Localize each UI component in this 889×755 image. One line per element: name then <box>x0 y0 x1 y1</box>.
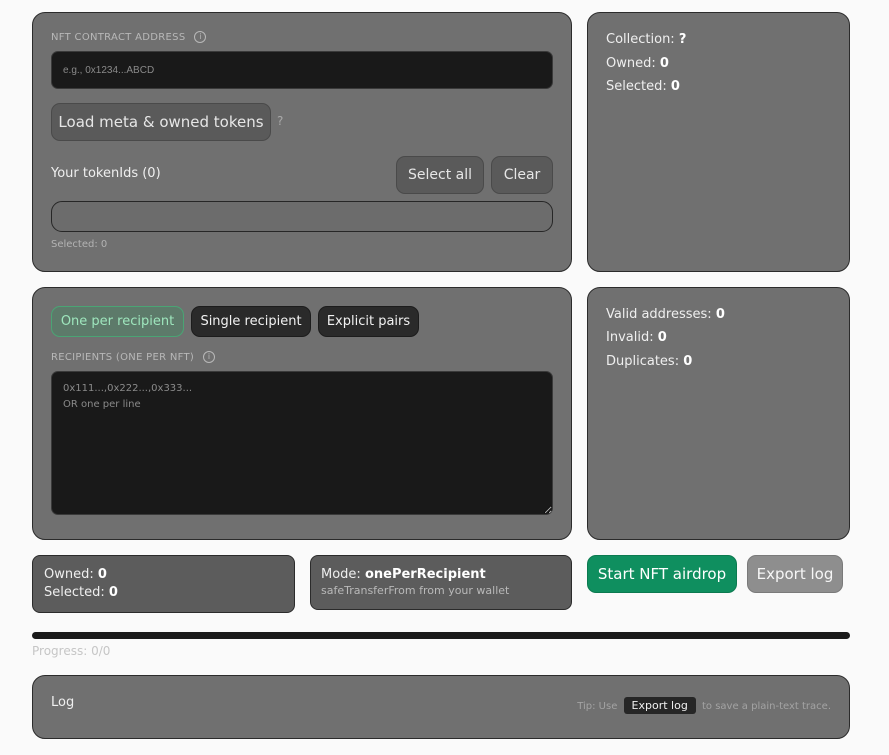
mode-subtext: safeTransferFrom from your wallet <box>321 584 510 597</box>
validation-panel <box>587 287 850 540</box>
token-list[interactable] <box>51 201 553 232</box>
selected-label: Selected: <box>606 79 667 94</box>
progress-text: Progress: 0/0 <box>32 644 111 658</box>
duplicates-stat: Duplicates: 0 <box>606 354 692 369</box>
log-tip: Tip: Use Export log to save a plain-text… <box>577 697 831 714</box>
info-icon[interactable]: i <box>194 31 207 43</box>
progress-bar <box>32 632 850 639</box>
contract-address-input[interactable] <box>51 51 553 89</box>
log-tip-key: Export log <box>623 697 696 714</box>
invalid-stat: Invalid: 0 <box>606 330 667 345</box>
footer-owned-stat: Owned: 0 <box>44 567 107 582</box>
collection-value: ? <box>678 32 687 47</box>
mode-value: onePerRecipient <box>364 567 486 582</box>
valid-stat: Valid addresses: 0 <box>606 307 725 322</box>
export-log-button[interactable]: Export log <box>747 555 843 593</box>
clear-button[interactable]: Clear <box>491 156 553 194</box>
selected-stat: Selected: 0 <box>606 79 680 94</box>
footer-selected-label: Selected: <box>44 585 105 600</box>
mode-one-per-recipient[interactable]: One per recipient <box>51 306 184 337</box>
footer-selected-stat: Selected: 0 <box>44 585 118 600</box>
footer-owned-label: Owned: <box>44 567 94 582</box>
owned-selected-box <box>32 555 295 613</box>
collection-label: Collection: <box>606 32 675 47</box>
help-icon[interactable]: ? <box>277 114 283 128</box>
valid-label: Valid addresses: <box>606 307 712 322</box>
invalid-value: 0 <box>657 330 667 345</box>
load-meta-button[interactable]: Load meta & owned tokens <box>51 103 271 141</box>
mode-label: Mode: <box>321 567 361 582</box>
footer-selected-value: 0 <box>108 585 118 600</box>
log-tip-suffix: to save a plain-text trace. <box>702 701 831 712</box>
owned-label: Owned: <box>606 56 656 71</box>
tokens-heading: Your tokenIds (0) <box>51 166 161 181</box>
summary-panel <box>587 12 850 272</box>
recipients-label: RECIPIENTS (ONE PER NFT) i <box>51 351 216 363</box>
valid-value: 0 <box>715 307 725 322</box>
footer-owned-value: 0 <box>97 567 107 582</box>
mode-single-recipient[interactable]: Single recipient <box>191 306 311 337</box>
mode-explicit-pairs[interactable]: Explicit pairs <box>318 306 419 337</box>
selected-note: Selected: 0 <box>51 239 108 250</box>
duplicates-value: 0 <box>683 354 693 369</box>
contract-address-label: NFT CONTRACT ADDRESS i <box>51 31 207 43</box>
contract-address-label-text: NFT CONTRACT ADDRESS <box>51 31 186 43</box>
select-all-button[interactable]: Select all <box>396 156 484 194</box>
invalid-label: Invalid: <box>606 330 654 345</box>
selected-value: 0 <box>670 79 680 94</box>
mode-line: Mode: onePerRecipient <box>321 567 486 582</box>
owned-stat: Owned: 0 <box>606 56 669 71</box>
info-icon[interactable]: i <box>203 351 216 363</box>
collection-stat: Collection: ? <box>606 32 686 47</box>
log-tip-prefix: Tip: Use <box>577 701 618 712</box>
owned-value: 0 <box>659 56 669 71</box>
recipients-label-text: RECIPIENTS (ONE PER NFT) <box>51 351 195 363</box>
recipients-input[interactable] <box>51 371 553 515</box>
mode-box <box>310 555 572 610</box>
log-title: Log <box>51 695 75 710</box>
start-airdrop-button[interactable]: Start NFT airdrop <box>587 555 737 593</box>
duplicates-label: Duplicates: <box>606 354 680 369</box>
